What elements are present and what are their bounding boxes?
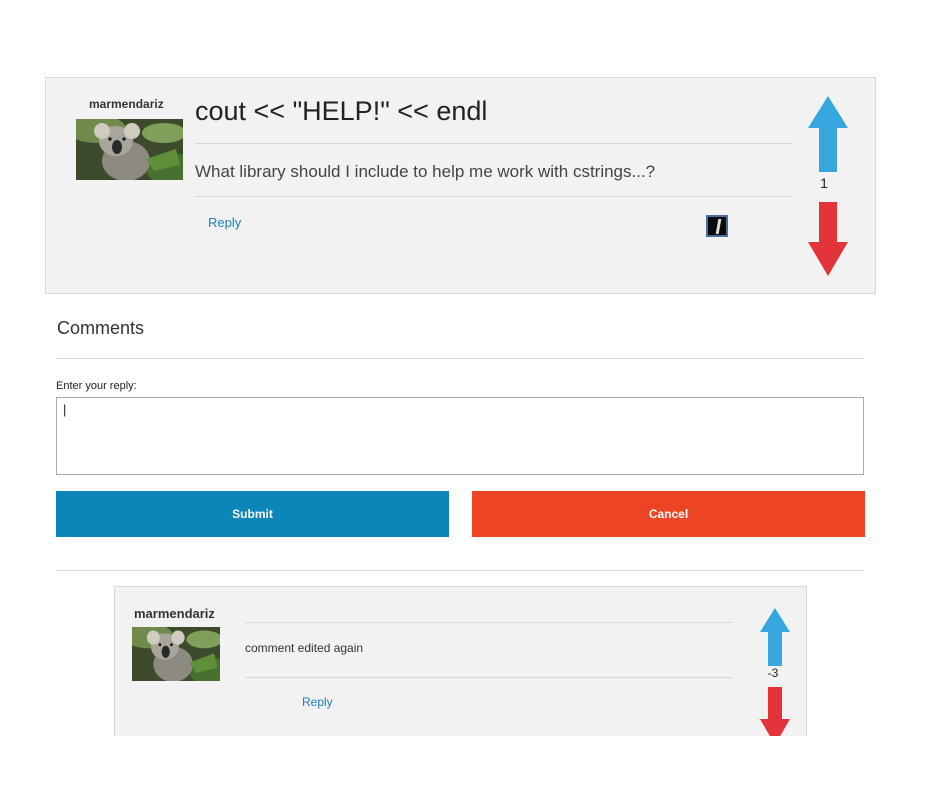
- post-body: What library should I include to help me…: [195, 162, 656, 181]
- upvote-arrow-icon[interactable]: [760, 608, 790, 666]
- post-reply-link[interactable]: Reply: [208, 215, 241, 230]
- post-title: cout << "HELP!" << endl: [195, 96, 488, 126]
- divider: [195, 143, 792, 144]
- comments-heading: Comments: [57, 318, 145, 338]
- divider: [195, 196, 792, 197]
- upvote-arrow-icon[interactable]: [808, 96, 848, 172]
- comment-avatar[interactable]: [132, 627, 220, 681]
- post-card: marmendariz cout << "HELP!" << endl What…: [45, 77, 876, 294]
- post-author[interactable]: marmendariz: [89, 97, 164, 111]
- divider: [56, 358, 864, 359]
- comment-card: marmendariz comment edited again Reply -…: [114, 586, 807, 736]
- comment-author[interactable]: marmendariz: [134, 606, 215, 621]
- divider: [245, 677, 732, 678]
- divider: [56, 570, 864, 571]
- downvote-arrow-icon[interactable]: [808, 202, 848, 276]
- divider: [245, 622, 732, 623]
- downvote-arrow-icon[interactable]: [760, 687, 790, 736]
- comment-body: comment edited again: [245, 641, 364, 655]
- comment-score: -3: [767, 666, 779, 680]
- post-score: 1: [820, 175, 828, 191]
- post-avatar[interactable]: [76, 119, 183, 180]
- flag-icon[interactable]: [706, 215, 728, 237]
- reply-textarea[interactable]: |: [56, 397, 864, 475]
- reply-label: Enter your reply:: [56, 380, 137, 392]
- comment-reply-link[interactable]: Reply: [302, 695, 333, 709]
- submit-button[interactable]: Submit: [56, 491, 449, 537]
- cancel-button[interactable]: Cancel: [472, 491, 865, 537]
